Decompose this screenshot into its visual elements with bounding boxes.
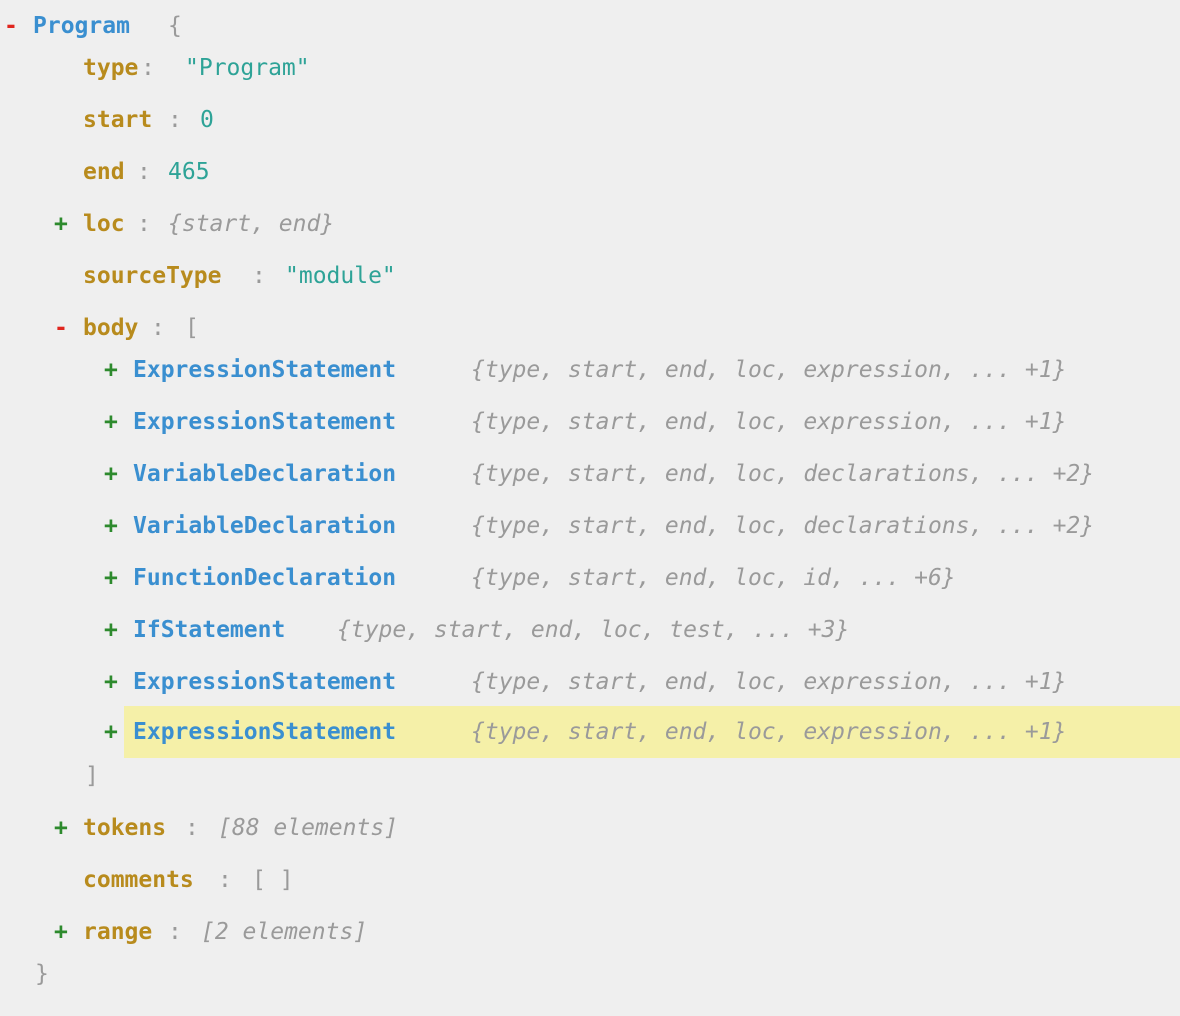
property-key: comments <box>83 867 194 893</box>
expand-toggle-icon[interactable]: + <box>104 656 118 708</box>
collapsed-summary: {type, start, end, loc, test, ... +3} <box>337 617 850 643</box>
property-value: [ ] <box>252 867 294 893</box>
colon: : <box>252 263 266 289</box>
property-key: sourceType <box>83 263 222 289</box>
expand-toggle-icon[interactable]: + <box>54 906 68 958</box>
node-type-label[interactable]: ExpressionStatement <box>133 706 396 758</box>
property-key: type <box>83 55 139 81</box>
property-key[interactable]: tokens <box>83 802 166 854</box>
node-type-label[interactable]: ExpressionStatement <box>133 344 396 396</box>
expand-toggle-icon[interactable]: + <box>104 396 118 448</box>
collapsed-summary: {type, start, end, loc, expression, ... … <box>471 357 1067 383</box>
property-value: 0 <box>200 107 214 133</box>
property-key[interactable]: loc <box>83 198 125 250</box>
close-bracket: ] <box>85 763 99 789</box>
node-type-label[interactable]: FunctionDeclaration <box>133 552 396 604</box>
collapsed-summary: [88 elements] <box>218 815 399 841</box>
expand-toggle-icon[interactable]: + <box>104 706 118 758</box>
ast-tree-view: - Program { type : "Program" start : 0 e… <box>0 0 1180 1016</box>
expand-toggle-icon[interactable]: + <box>54 802 68 854</box>
collapse-toggle-icon[interactable]: - <box>4 0 18 52</box>
colon: : <box>137 159 151 185</box>
collapsed-summary: {start, end} <box>168 211 335 237</box>
property-value: 465 <box>168 159 210 185</box>
node-type-label[interactable]: ExpressionStatement <box>133 396 396 448</box>
collapse-toggle-icon[interactable]: - <box>54 302 68 354</box>
colon: : <box>168 107 182 133</box>
expand-toggle-icon[interactable]: + <box>104 604 118 656</box>
expand-toggle-icon[interactable]: + <box>104 552 118 604</box>
collapsed-summary: {type, start, end, loc, expression, ... … <box>471 719 1067 745</box>
node-type-label[interactable]: VariableDeclaration <box>133 500 396 552</box>
collapsed-summary: {type, start, end, loc, expression, ... … <box>471 409 1067 435</box>
colon: : <box>141 55 155 81</box>
node-type-label[interactable]: IfStatement <box>133 604 285 656</box>
colon: : <box>137 211 151 237</box>
collapsed-summary: {type, start, end, loc, expression, ... … <box>471 669 1067 695</box>
expand-toggle-icon[interactable]: + <box>54 198 68 250</box>
open-brace: { <box>168 13 182 39</box>
colon: : <box>185 815 199 841</box>
property-key: start <box>83 107 153 133</box>
close-brace: } <box>35 961 49 987</box>
property-value: "module" <box>285 263 396 289</box>
colon: : <box>168 919 182 945</box>
collapsed-summary: [2 elements] <box>201 919 368 945</box>
node-type-label[interactable]: VariableDeclaration <box>133 448 396 500</box>
expand-toggle-icon[interactable]: + <box>104 500 118 552</box>
collapsed-summary: {type, start, end, loc, id, ... +6} <box>471 565 956 591</box>
expand-toggle-icon[interactable]: + <box>104 448 118 500</box>
collapsed-summary: {type, start, end, loc, declarations, ..… <box>471 513 1095 539</box>
property-key[interactable]: range <box>83 906 152 958</box>
colon: : <box>218 867 232 893</box>
property-key: end <box>83 159 125 185</box>
collapsed-summary: {type, start, end, loc, declarations, ..… <box>471 461 1095 487</box>
node-type-label[interactable]: ExpressionStatement <box>133 656 396 708</box>
expand-toggle-icon[interactable]: + <box>104 344 118 396</box>
property-value: "Program" <box>185 55 310 81</box>
